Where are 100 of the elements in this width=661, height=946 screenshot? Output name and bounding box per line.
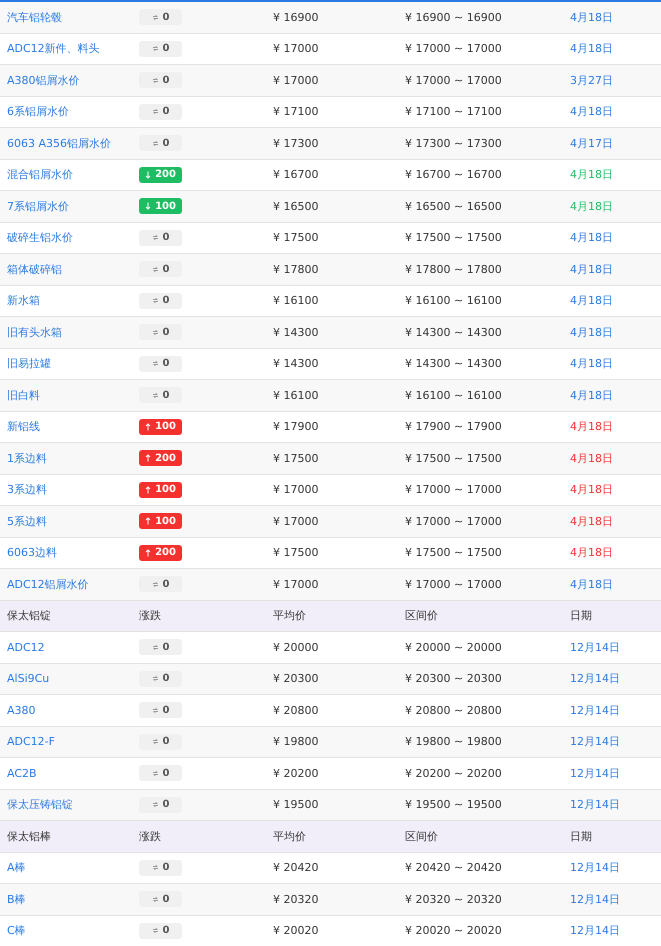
date: 12月14日 — [570, 860, 620, 876]
price-range: ¥ 17300 ~ 17300 — [405, 136, 503, 150]
average-price: ¥ 20200 — [273, 766, 320, 780]
product-link[interactable]: C棒 — [0, 923, 139, 938]
date: 12月14日 — [570, 797, 620, 812]
average-price: ¥ 17300 — [273, 136, 320, 150]
product-link[interactable]: 破碎生铝水价 — [0, 230, 139, 246]
arrow-up-icon — [145, 486, 152, 494]
average-price: ¥ 19500 — [273, 798, 320, 812]
date: 4月18日 — [570, 482, 613, 498]
product-link[interactable]: A棒 — [0, 860, 139, 876]
change-badge: 0 — [139, 40, 182, 57]
change-badge: 0 — [139, 576, 182, 592]
change-badge: 0 — [139, 135, 182, 152]
change-badge: 100 — [139, 198, 182, 214]
date: 12月14日 — [570, 923, 620, 938]
product-link[interactable]: 6063 A356铝屑水价 — [0, 136, 139, 151]
product-link[interactable]: 汽车铝轮毂 — [0, 10, 139, 25]
column-header: 涨跌 — [139, 828, 162, 844]
price-range: ¥ 14300 ~ 14300 — [405, 326, 503, 339]
date: 4月18日 — [570, 450, 613, 466]
date: 12月14日 — [570, 671, 620, 686]
price-range: ¥ 17800 ~ 17800 — [405, 262, 503, 276]
average-price: ¥ 20000 — [273, 640, 320, 654]
average-price: ¥ 20800 — [273, 704, 320, 717]
product-link[interactable]: ADC12新件、料头 — [0, 41, 139, 56]
price-range: ¥ 14300 ~ 14300 — [405, 357, 503, 370]
average-price: ¥ 17800 — [273, 262, 320, 276]
flat-icon — [152, 297, 159, 304]
product-link[interactable]: 7系铝屑水价 — [0, 198, 139, 214]
flat-icon — [152, 896, 159, 903]
flat-icon — [152, 738, 159, 746]
price-range: ¥ 17000 ~ 17000 — [405, 514, 503, 528]
average-price: ¥ 14300 — [273, 326, 320, 339]
product-link[interactable]: ADC12-F — [0, 735, 139, 748]
product-link[interactable]: 5系边料 — [0, 514, 139, 529]
average-price: ¥ 17100 — [273, 105, 320, 118]
date: 4月18日 — [570, 324, 613, 340]
product-link[interactable]: 箱体破碎铝 — [0, 262, 139, 277]
average-price: ¥ 17000 — [273, 74, 320, 87]
product-link[interactable]: 1系边料 — [0, 450, 139, 466]
flat-icon — [152, 266, 159, 273]
product-link[interactable]: A380 — [0, 704, 139, 717]
product-link[interactable]: 旧白料 — [0, 388, 139, 403]
product-link[interactable]: 混合铝屑水价 — [0, 167, 139, 182]
flat-icon — [152, 76, 159, 84]
product-link[interactable]: B棒 — [0, 892, 139, 907]
product-link[interactable]: ADC12铝屑水价 — [0, 576, 139, 592]
product-link[interactable]: 保太压铸铝锭 — [0, 797, 139, 812]
flat-icon — [152, 234, 159, 242]
average-price: ¥ 17000 — [273, 483, 320, 496]
date: 4月18日 — [570, 167, 613, 182]
average-price: ¥ 14300 — [273, 357, 320, 370]
date: 3月27日 — [570, 72, 613, 88]
price-range: ¥ 16900 ~ 16900 — [405, 10, 503, 24]
flat-icon — [152, 770, 159, 777]
change-badge: 0 — [139, 734, 182, 750]
flat-icon — [152, 392, 159, 399]
product-link[interactable]: 6系铝屑水价 — [0, 104, 139, 120]
price-range: ¥ 16100 ~ 16100 — [405, 294, 503, 308]
arrow-up-icon — [145, 517, 152, 526]
price-range: ¥ 17100 ~ 17100 — [405, 105, 503, 118]
product-link[interactable]: AC2B — [0, 766, 139, 780]
date: 4月18日 — [570, 198, 613, 214]
product-link[interactable]: 旧有头水箱 — [0, 324, 139, 340]
flat-icon — [152, 706, 159, 714]
date: 4月18日 — [570, 576, 613, 592]
price-range: ¥ 20020 ~ 20020 — [405, 924, 503, 938]
product-link[interactable]: 新水箱 — [0, 293, 139, 308]
flat-icon — [152, 328, 159, 336]
arrow-down-icon — [145, 170, 152, 179]
product-link[interactable]: 新铝线 — [0, 419, 139, 434]
arrow-up-icon — [145, 548, 152, 557]
date: 12月14日 — [570, 702, 620, 718]
change-badge: 0 — [139, 261, 182, 278]
flat-icon — [152, 14, 159, 21]
product-link[interactable]: AlSi9Cu — [0, 672, 139, 686]
average-price: ¥ 17000 — [273, 42, 320, 56]
change-badge: 0 — [139, 9, 182, 26]
change-badge: 0 — [139, 356, 182, 372]
price-range: ¥ 20420 ~ 20420 — [405, 861, 503, 874]
change-badge: 0 — [139, 639, 182, 656]
price-range: ¥ 19800 ~ 19800 — [405, 735, 503, 748]
flat-icon — [152, 864, 159, 872]
product-link[interactable]: 旧易拉罐 — [0, 356, 139, 372]
price-range: ¥ 17000 ~ 17000 — [405, 74, 503, 87]
change-badge: 100 — [139, 513, 182, 530]
product-link[interactable]: 3系边料 — [0, 482, 139, 498]
column-header: 区间价 — [405, 608, 439, 624]
price-range: ¥ 20300 ~ 20300 — [405, 672, 503, 686]
product-link[interactable]: ADC12 — [0, 640, 139, 654]
date: 12月14日 — [570, 892, 620, 907]
change-badge: 0 — [139, 230, 182, 246]
change-badge: 200 — [139, 166, 182, 183]
date: 4月18日 — [570, 356, 613, 372]
product-link[interactable]: A380铝屑水价 — [0, 72, 139, 88]
average-price: ¥ 17900 — [273, 420, 320, 434]
product-link[interactable]: 6063边料 — [0, 545, 139, 560]
arrow-up-icon — [145, 454, 152, 462]
change-badge: 0 — [139, 860, 182, 876]
